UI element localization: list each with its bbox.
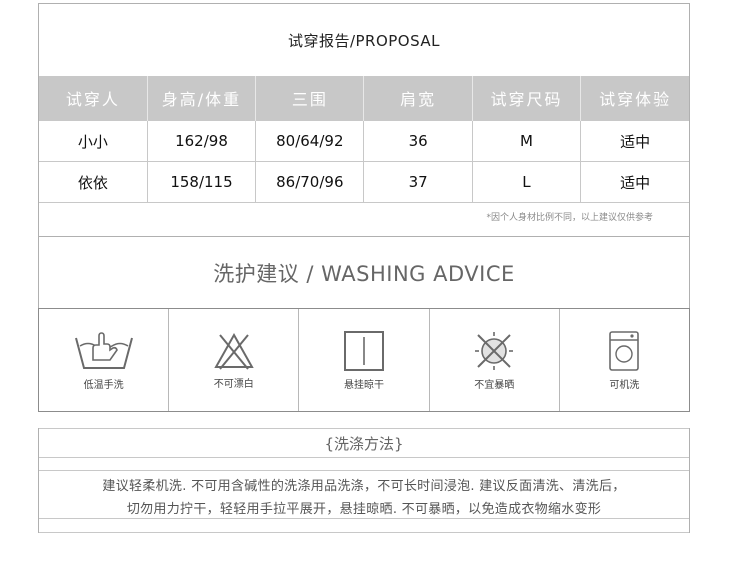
no-sun-dry-icon [475,331,514,370]
column-header-shoulder: 肩宽 [363,76,473,121]
cell-measurements: 80/64/92 [255,120,365,162]
cell-height-weight: 158/115 [147,161,257,203]
fitting-report-table: 试穿人 身高/体重 三围 肩宽 试穿尺码 试穿体验 小小 162/98 80/6… [39,76,689,203]
cell-height-weight: 162/98 [147,120,257,162]
care-icons-grid: 低温手洗 不可漂白 悬挂晾干 不宜暴晒 可机洗 [38,308,690,412]
care-label-hand-wash: 低温手洗 [83,379,124,391]
care-item-hand-wash: 低温手洗 [39,309,170,411]
care-label-machine-wash: 可机洗 [609,379,640,391]
care-item-hang-dry: 悬挂晾干 [299,309,430,411]
table-row: 依依 158/115 86/70/96 37 L 适中 [39,161,689,203]
cell-size: M [472,120,582,162]
cell-measurements: 86/70/96 [255,161,365,203]
method-divider [39,518,689,519]
cell-shoulder: 36 [363,120,473,162]
hand-wash-low-temp-icon [74,331,133,369]
fitting-report-title: 试穿报告/PROPOSAL [287,31,441,50]
washing-method-section: {洗涤方法} 建议轻柔机洗. 不可用含碱性的洗涤用品洗涤，不可长时间浸泡. 建议… [38,428,690,533]
washing-advice-section: 洗护建议 / WASHING ADVICE [38,237,690,308]
column-header-height-weight: 身高/体重 [147,76,257,121]
care-label-no-bleach: 不可漂白 [213,378,254,390]
column-header-measurements: 三围 [255,76,365,121]
column-header-experience: 试穿体验 [580,76,689,121]
column-header-size: 试穿尺码 [472,76,582,121]
washing-method-text-line2: 切勿用力拧干，轻轻用手拉平展开，悬挂晾晒. 不可暴晒，以免造成衣物缩水变形 [126,502,602,517]
cell-shoulder: 37 [363,161,473,203]
washing-method-text-line1: 建议轻柔机洗. 不可用含碱性的洗涤用品洗涤，不可长时间浸泡. 建议反面清洗、清洗… [102,479,626,494]
washing-advice-title: 洗护建议 / WASHING ADVICE [213,261,515,286]
cell-experience: 适中 [580,161,689,203]
fitting-report-section: 试穿报告/PROPOSAL 试穿人 身高/体重 三围 肩宽 试穿尺码 试穿体验 … [38,3,690,237]
care-item-no-sun: 不宜暴晒 [430,309,560,411]
no-bleach-icon [214,332,254,370]
cell-tester: 小小 [39,120,148,162]
care-label-hang-dry: 悬挂晾干 [344,379,384,391]
washing-method-title: {洗涤方法} [324,434,404,453]
fitting-disclaimer: *因个人身材比例不同，以上建议仅供参考 [486,213,653,223]
hang-dry-icon [344,330,384,371]
column-header-tester: 试穿人 [39,76,148,121]
care-item-no-bleach: 不可漂白 [169,309,300,411]
method-divider [39,470,689,471]
machine-wash-icon [609,330,640,371]
table-header-row: 试穿人 身高/体重 三围 肩宽 试穿尺码 试穿体验 [39,76,689,121]
method-divider-bottom [39,532,689,533]
care-label-no-sun: 不宜暴晒 [474,379,515,391]
cell-tester: 依依 [39,161,148,203]
method-divider [39,457,689,458]
care-item-machine-wash: 可机洗 [560,309,689,411]
cell-size: L [472,161,582,203]
table-row: 小小 162/98 80/64/92 36 M 适中 [39,120,689,162]
cell-experience: 适中 [580,120,689,162]
